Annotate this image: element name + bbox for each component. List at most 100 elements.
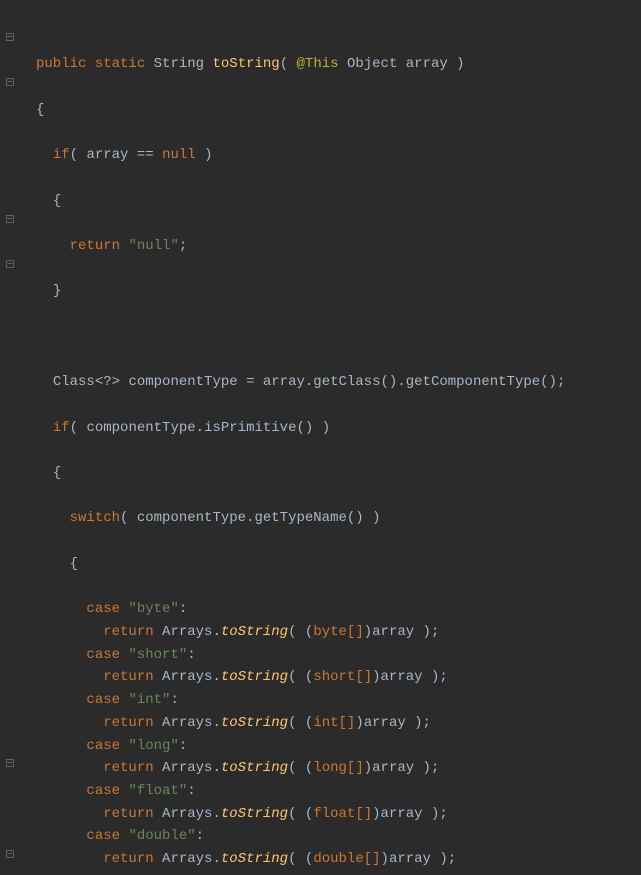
fold-marker[interactable] xyxy=(6,33,14,41)
method-call: toString xyxy=(221,624,288,640)
code-line: case "float": xyxy=(36,780,565,803)
operator-eq: == xyxy=(137,147,154,163)
code-line: return Arrays.toString( (int[])array ); xyxy=(36,712,565,735)
method-call: toString xyxy=(221,760,288,776)
string-literal: "null" xyxy=(128,238,178,254)
code-line: case "byte": xyxy=(36,598,565,621)
cast-type: short[] xyxy=(313,669,372,685)
code-line: return Arrays.toString( (float[])array )… xyxy=(36,803,565,826)
keyword-case: case xyxy=(86,647,120,663)
identifier: array xyxy=(389,851,431,867)
return-type: String xyxy=(154,56,204,72)
cast-type: double[] xyxy=(313,851,380,867)
cast-type: long[] xyxy=(313,760,363,776)
string-literal: "short" xyxy=(128,647,187,663)
string-literal: "float" xyxy=(128,783,187,799)
param-type: Object xyxy=(347,56,397,72)
identifier: array xyxy=(86,147,128,163)
type-ref: Arrays xyxy=(162,624,212,640)
keyword-case: case xyxy=(86,692,120,708)
keyword-if: if xyxy=(53,420,70,436)
code-line: case "long": xyxy=(36,735,565,758)
method-call: getClass xyxy=(313,374,380,390)
method-call: getTypeName xyxy=(254,510,346,526)
keyword-return: return xyxy=(103,624,153,640)
keyword-public: public xyxy=(36,56,86,72)
code-line xyxy=(36,326,565,349)
code-line: { xyxy=(36,553,565,576)
variable: componentType xyxy=(128,374,237,390)
method-call: toString xyxy=(221,806,288,822)
code-line: return Arrays.toString( (byte[])array ); xyxy=(36,621,565,644)
type-ref: Arrays xyxy=(162,851,212,867)
code-line: { xyxy=(36,99,565,122)
keyword-case: case xyxy=(86,738,120,754)
code-line: { xyxy=(36,462,565,485)
type-ref: Arrays xyxy=(162,715,212,731)
code-area[interactable]: public static String toString( @This Obj… xyxy=(20,0,565,875)
fold-marker[interactable] xyxy=(6,850,14,858)
keyword-null: null xyxy=(162,147,196,163)
keyword-return: return xyxy=(103,760,153,776)
fold-marker[interactable] xyxy=(6,78,14,86)
identifier: array xyxy=(372,760,414,776)
keyword-return: return xyxy=(103,715,153,731)
keyword-return: return xyxy=(103,806,153,822)
code-line: return Arrays.toString( (double[])array … xyxy=(36,848,565,871)
type-ref: Arrays xyxy=(162,669,212,685)
identifier: componentType xyxy=(137,510,246,526)
code-line: Class<?> componentType = array.getClass(… xyxy=(36,371,565,394)
keyword-switch: switch xyxy=(70,510,120,526)
type-ref: Arrays xyxy=(162,760,212,776)
method-call: getComponentType xyxy=(406,374,540,390)
identifier: array xyxy=(372,624,414,640)
code-line: case "double": xyxy=(36,825,565,848)
identifier: componentType xyxy=(86,420,195,436)
keyword-if: if xyxy=(53,147,70,163)
fold-marker[interactable] xyxy=(6,260,14,268)
param-name: array xyxy=(406,56,448,72)
code-line: if( componentType.isPrimitive() ) xyxy=(36,417,565,440)
method-call: toString xyxy=(221,851,288,867)
code-line: { xyxy=(36,190,565,213)
string-literal: "byte" xyxy=(128,601,178,617)
keyword-case: case xyxy=(86,783,120,799)
code-line: case "char": xyxy=(36,871,565,875)
method-call: toString xyxy=(221,669,288,685)
code-line: case "int": xyxy=(36,689,565,712)
method-name: toString xyxy=(212,56,279,72)
fold-marker[interactable] xyxy=(6,215,14,223)
identifier: array xyxy=(381,806,423,822)
method-call: isPrimitive xyxy=(204,420,296,436)
code-line: return Arrays.toString( (short[])array )… xyxy=(36,666,565,689)
cast-type: byte[] xyxy=(313,624,363,640)
code-line: } xyxy=(36,280,565,303)
keyword-return: return xyxy=(103,669,153,685)
method-call: toString xyxy=(221,715,288,731)
fold-marker[interactable] xyxy=(6,759,14,767)
keyword-case: case xyxy=(86,828,120,844)
type-ref: Arrays xyxy=(162,806,212,822)
code-editor[interactable]: public static String toString( @This Obj… xyxy=(0,0,641,875)
code-line: case "short": xyxy=(36,644,565,667)
identifier: array xyxy=(364,715,406,731)
identifier: array xyxy=(381,669,423,685)
keyword-static: static xyxy=(95,56,145,72)
cast-type: float[] xyxy=(313,806,372,822)
cast-type: int[] xyxy=(313,715,355,731)
gutter xyxy=(0,0,20,875)
identifier: array xyxy=(263,374,305,390)
type-ref: Class<?> xyxy=(53,374,120,390)
code-line: public static String toString( @This Obj… xyxy=(36,53,565,76)
string-literal: "int" xyxy=(128,692,170,708)
string-literal: "double" xyxy=(128,828,195,844)
keyword-return: return xyxy=(103,851,153,867)
code-line: return "null"; xyxy=(36,235,565,258)
keyword-case: case xyxy=(86,601,120,617)
keyword-return: return xyxy=(70,238,120,254)
code-line: if( array == null ) xyxy=(36,144,565,167)
code-line: switch( componentType.getTypeName() ) xyxy=(36,507,565,530)
code-line: return Arrays.toString( (long[])array ); xyxy=(36,757,565,780)
annotation: @This xyxy=(297,56,339,72)
string-literal: "long" xyxy=(128,738,178,754)
